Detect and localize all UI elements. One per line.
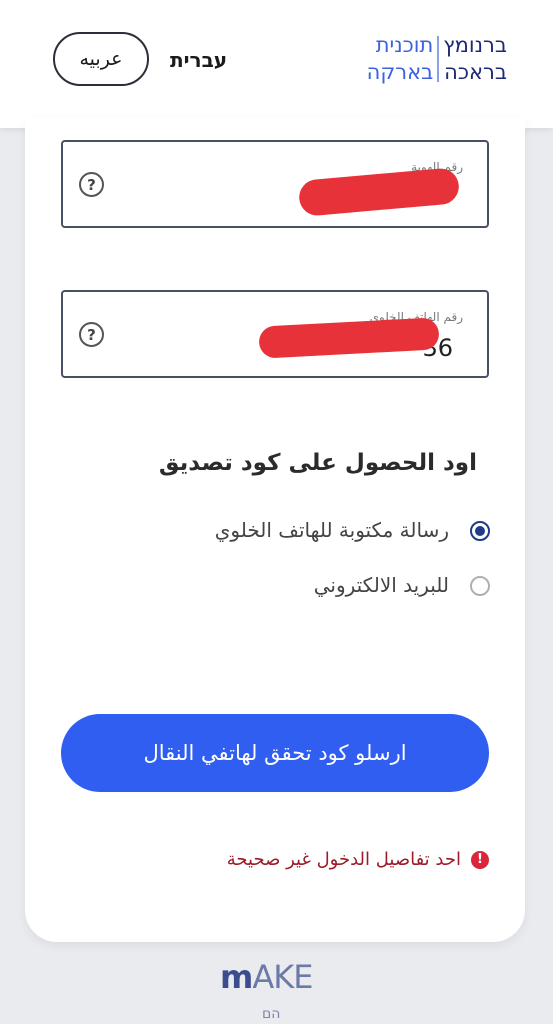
question-circle-icon[interactable]: ? [79,172,104,197]
logo-left-column: ברנומץ בראכה [443,32,507,86]
logo-line2-left: בראכה [444,60,507,84]
option-sms[interactable]: رسالة مكتوبة للهاتف الخلوي [214,518,490,542]
redaction-mark [258,317,440,359]
option-email[interactable]: للبريد الالكتروني [313,573,490,597]
id-number-field[interactable]: رقم الهوية ? [61,140,489,228]
question-circle-icon[interactable]: ? [79,322,104,347]
brand-logo[interactable]: ברנומץ בראכה תוכנית בארקה [367,32,507,86]
logo-line2-right: בארקה [366,60,434,84]
error-text: احد تفاصيل الدخول غير صحيحة [226,849,461,870]
footer-logo: mAKE [220,958,313,996]
logo-divider [437,36,440,82]
logo-right-column: תוכנית בארקה [367,32,434,86]
language-hebrew-link[interactable]: עברית [170,48,227,72]
verification-title: اود الحصول على كود تصديق [158,450,477,476]
login-card: رقم الهوية ? رقم الهاتف الخلوي 36 ? اود … [25,118,525,942]
option-email-label: للبريد الالكتروني [313,573,449,597]
logo-line1-right: תוכנית [375,33,434,57]
radio-checked-icon[interactable] [470,521,490,541]
option-sms-label: رسالة مكتوبة للهاتف الخلوي [214,518,449,542]
phone-number-field[interactable]: رقم الهاتف الخلوي 36 ? [61,290,489,378]
logo-line1-left: ברנומץ [443,33,507,57]
footer-logo-text: AKE [252,958,313,996]
top-header: ברנומץ בראכה תוכנית בארקה עברית عربيه [0,0,553,128]
send-code-button[interactable]: ارسلو كود تحقق لهاتفي النقال [61,714,489,792]
redaction-mark [297,167,461,217]
language-arabic-button[interactable]: عربيه [53,32,149,86]
radio-unchecked-icon[interactable] [470,576,490,596]
footer-sub-text: הם [262,1006,281,1022]
error-message: ! احد تفاصيل الدخول غير صحيحة [227,849,489,870]
error-icon: ! [471,850,489,869]
